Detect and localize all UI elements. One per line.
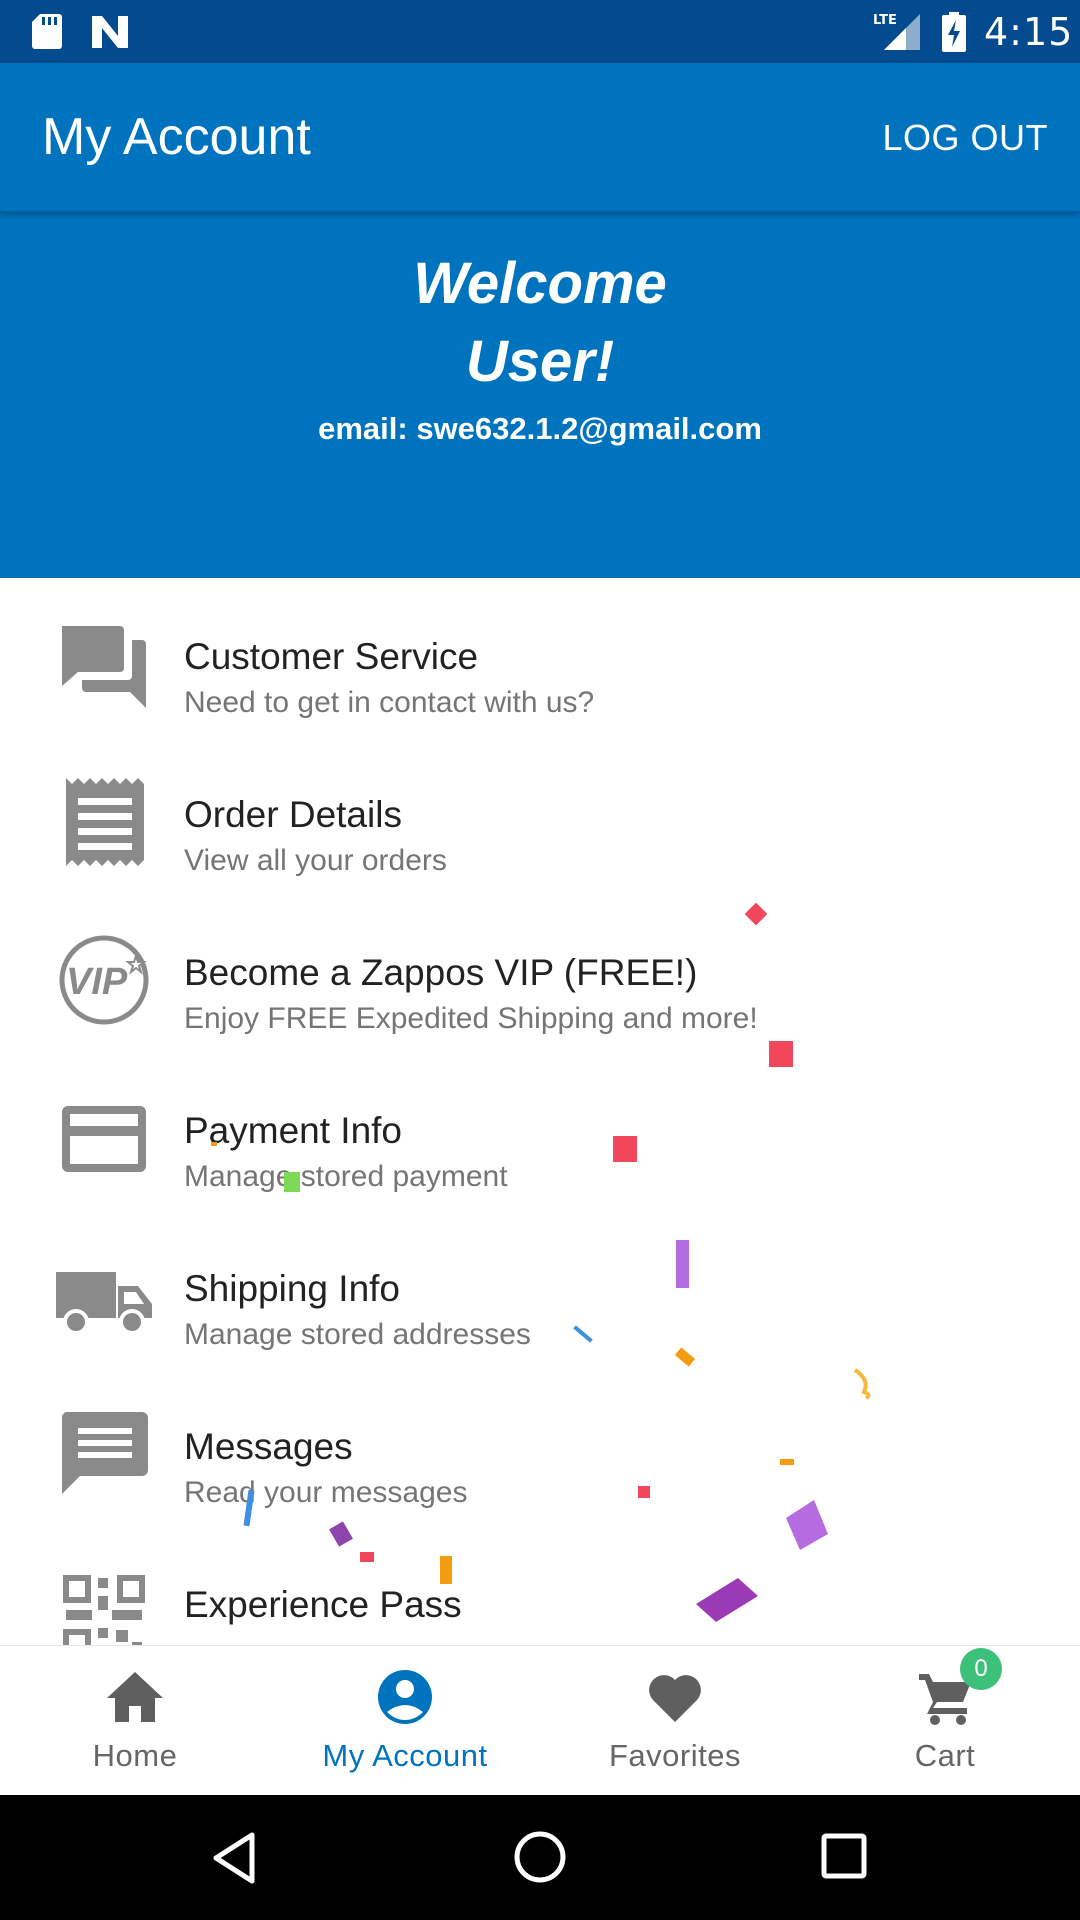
- home-circle-icon[interactable]: [513, 1830, 567, 1884]
- vip-badge-icon: VIP: [59, 935, 149, 1025]
- tab-label: My Account: [322, 1738, 488, 1773]
- n-notification-icon: [92, 16, 128, 48]
- svg-text:VIP: VIP: [66, 961, 128, 1003]
- tab-favorites[interactable]: Favorites: [540, 1646, 810, 1796]
- welcome-header: Welcome User! email: swe632.1.2@gmail.co…: [0, 211, 1080, 578]
- menu-item-subtitle: Read your messages: [184, 1476, 468, 1509]
- menu-item-order-details[interactable]: Order Details View all your orders: [0, 736, 1080, 894]
- menu-item-title: Experience Pass: [184, 1584, 462, 1625]
- truck-icon: [56, 1272, 152, 1335]
- lte-signal-icon: LTE: [873, 13, 920, 50]
- status-clock: 4:15: [984, 10, 1074, 54]
- status-bar: LTE 4:15: [0, 0, 1080, 63]
- svg-text:LTE: LTE: [873, 13, 897, 28]
- back-icon[interactable]: [210, 1831, 258, 1885]
- heart-icon: [649, 1675, 701, 1722]
- tab-cart[interactable]: Cart: [810, 1646, 1080, 1796]
- cart-count-badge: 0: [960, 1648, 1002, 1690]
- tab-label: Favorites: [609, 1738, 741, 1773]
- menu-item-messages[interactable]: Messages Read your messages: [0, 1368, 1080, 1526]
- sd-card-icon: [32, 14, 62, 49]
- message-icon: [61, 1412, 148, 1494]
- system-nav-bar: [0, 1795, 1080, 1920]
- menu-item-subtitle: Need to get in contact with us?: [184, 686, 595, 719]
- menu-item-shipping-info[interactable]: Shipping Info Manage stored addresses: [0, 1210, 1080, 1368]
- credit-card-icon: [62, 1106, 146, 1172]
- menu-item-subtitle: Enjoy FREE Expedited Shipping and more!: [184, 1002, 758, 1035]
- menu-item-subtitle: Manage stored payment: [184, 1160, 508, 1193]
- app-bar: My Account LOG OUT: [0, 63, 1080, 211]
- tab-label: Cart: [914, 1738, 976, 1773]
- menu-item-title: Customer Service: [184, 636, 479, 677]
- logout-button[interactable]: LOG OUT: [882, 117, 1048, 159]
- receipt-icon: [66, 778, 144, 866]
- menu-item-zappos-vip[interactable]: VIP Become a Zappos VIP (FREE!) Enjoy FR…: [0, 894, 1080, 1052]
- menu-item-customer-service[interactable]: Customer Service Need to get in contact …: [0, 578, 1080, 736]
- welcome-line: Welcome: [413, 251, 667, 316]
- menu-item-title: Messages: [184, 1426, 353, 1467]
- menu-item-title: Order Details: [184, 794, 402, 835]
- account-icon: [378, 1670, 432, 1724]
- chat-bubbles-icon: [62, 626, 146, 708]
- tab-my-account[interactable]: My Account: [270, 1646, 540, 1796]
- menu-item-title: Become a Zappos VIP (FREE!): [184, 952, 698, 993]
- email-text: email: swe632.1.2@gmail.com: [0, 411, 1080, 447]
- menu-item-title: Payment Info: [184, 1110, 403, 1151]
- account-menu-list: Customer Service Need to get in contact …: [0, 578, 1080, 1645]
- welcome-user: User!: [465, 329, 615, 394]
- menu-item-experience-pass[interactable]: Experience Pass: [0, 1526, 1080, 1645]
- recents-icon[interactable]: [820, 1832, 868, 1880]
- menu-item-subtitle: Manage stored addresses: [184, 1318, 531, 1351]
- email-label: email:: [318, 411, 408, 446]
- menu-item-payment-info[interactable]: Payment Info Manage stored payment: [0, 1052, 1080, 1210]
- battery-charging-icon: [942, 12, 966, 52]
- tab-label: Home: [92, 1738, 178, 1773]
- email-value: swe632.1.2@gmail.com: [416, 411, 762, 446]
- page-title: My Account: [42, 108, 311, 166]
- bottom-nav: Home My Account Favorites Cart: [0, 1645, 1080, 1795]
- tab-home[interactable]: Home: [0, 1646, 270, 1796]
- menu-item-subtitle: View all your orders: [184, 844, 447, 877]
- menu-item-title: Shipping Info: [184, 1268, 401, 1309]
- home-icon: [107, 1672, 163, 1722]
- qr-code-icon: [63, 1575, 145, 1645]
